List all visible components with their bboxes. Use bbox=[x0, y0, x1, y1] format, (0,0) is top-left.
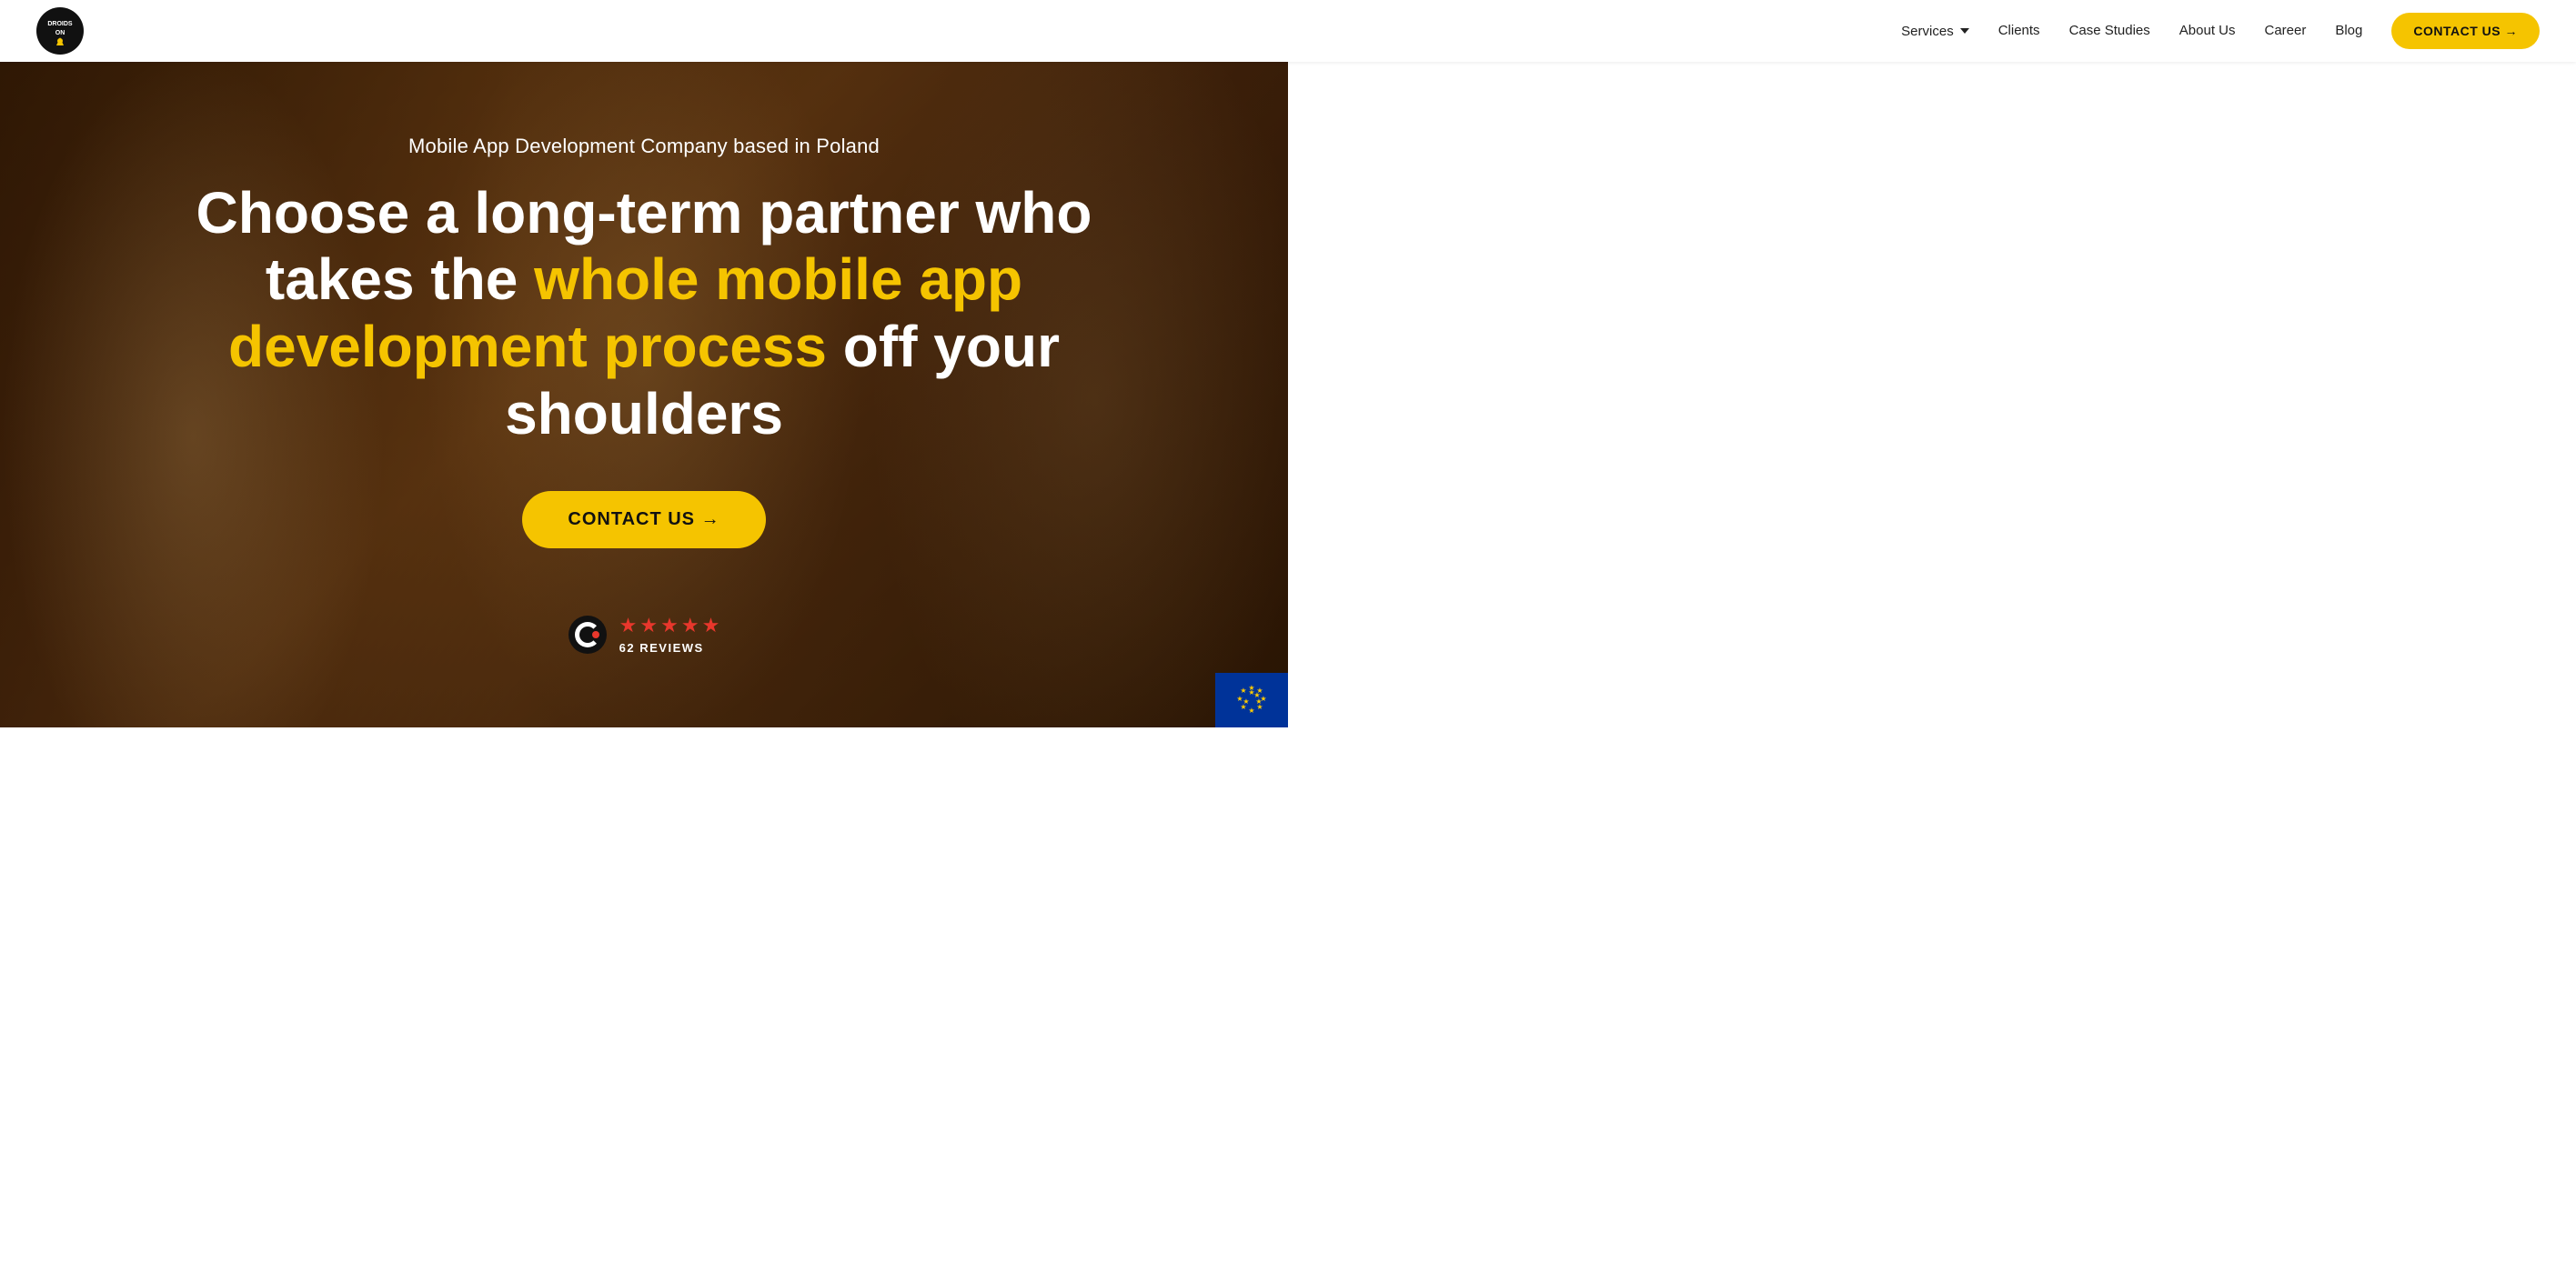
blog-label: Blog bbox=[2335, 23, 2362, 38]
logo[interactable]: DROIDS ON bbox=[36, 7, 84, 55]
reviews-info: ★ ★ ★ ★ ★ 62 REVIEWS bbox=[619, 614, 720, 655]
nav-item-services[interactable]: Services bbox=[1901, 24, 1969, 39]
clutch-dot bbox=[592, 631, 599, 638]
svg-text:★: ★ bbox=[1255, 697, 1262, 706]
star-3: ★ bbox=[660, 614, 679, 637]
navbar: DROIDS ON Services Clients Case Studies … bbox=[0, 0, 2576, 62]
hero-contact-label: CONTACT US → bbox=[568, 509, 719, 530]
svg-text:DROIDS: DROIDS bbox=[47, 21, 73, 27]
eu-flag: ★ ★ ★ ★ ★ ★ ★ ★ ★ ★ ★ ★ bbox=[1215, 673, 1288, 727]
career-link[interactable]: Career bbox=[2264, 23, 2306, 38]
hero-title: Choose a long-term partner who takes the… bbox=[180, 180, 1108, 447]
case-studies-label: Case Studies bbox=[2069, 23, 2150, 38]
star-1: ★ bbox=[619, 614, 638, 637]
reviews-row: ★ ★ ★ ★ ★ 62 REVIEWS bbox=[180, 614, 1108, 655]
star-5: ★ bbox=[702, 614, 720, 637]
clutch-icon bbox=[569, 616, 607, 654]
svg-text:ON: ON bbox=[55, 30, 65, 36]
services-label: Services bbox=[1901, 24, 1954, 39]
svg-text:★: ★ bbox=[1243, 697, 1249, 706]
eu-flag-svg: ★ ★ ★ ★ ★ ★ ★ ★ ★ ★ ★ ★ bbox=[1224, 682, 1279, 718]
nav-links: Services Clients Case Studies About Us C… bbox=[1901, 13, 2540, 49]
about-us-label: About Us bbox=[2179, 23, 2236, 38]
nav-item-about-us[interactable]: About Us bbox=[2179, 23, 2236, 39]
nav-item-career[interactable]: Career bbox=[2264, 23, 2306, 39]
clients-label: Clients bbox=[1998, 23, 2040, 38]
star-2: ★ bbox=[639, 614, 658, 637]
clients-link[interactable]: Clients bbox=[1998, 23, 2040, 38]
nav-item-case-studies[interactable]: Case Studies bbox=[2069, 23, 2150, 39]
nav-item-clients[interactable]: Clients bbox=[1998, 23, 2040, 39]
case-studies-link[interactable]: Case Studies bbox=[2069, 23, 2150, 38]
nav-item-blog[interactable]: Blog bbox=[2335, 23, 2362, 39]
nav-contact-button[interactable]: CONTACT US → bbox=[2391, 13, 2540, 49]
chevron-down-icon bbox=[1960, 28, 1969, 34]
logo-icon: DROIDS ON bbox=[36, 7, 84, 55]
clutch-c-shape bbox=[575, 622, 600, 647]
career-label: Career bbox=[2264, 23, 2306, 38]
star-4: ★ bbox=[681, 614, 699, 637]
hero-subtitle: Mobile App Development Company based in … bbox=[180, 135, 1108, 158]
about-us-link[interactable]: About Us bbox=[2179, 23, 2236, 38]
services-link[interactable]: Services bbox=[1901, 24, 1969, 39]
star-rating: ★ ★ ★ ★ ★ bbox=[619, 614, 720, 637]
reviews-count: 62 REVIEWS bbox=[619, 641, 704, 655]
svg-text:★: ★ bbox=[1248, 707, 1254, 715]
nav-contact-btn-item[interactable]: CONTACT US → bbox=[2391, 13, 2540, 49]
nav-contact-label: CONTACT US → bbox=[2413, 24, 2518, 38]
hero-contact-button[interactable]: CONTACT US → bbox=[522, 491, 765, 548]
hero-content: Mobile App Development Company based in … bbox=[144, 73, 1144, 655]
hero-section: Mobile App Development Company based in … bbox=[0, 0, 1288, 727]
svg-text:★: ★ bbox=[1240, 687, 1246, 695]
blog-link[interactable]: Blog bbox=[2335, 23, 2362, 38]
